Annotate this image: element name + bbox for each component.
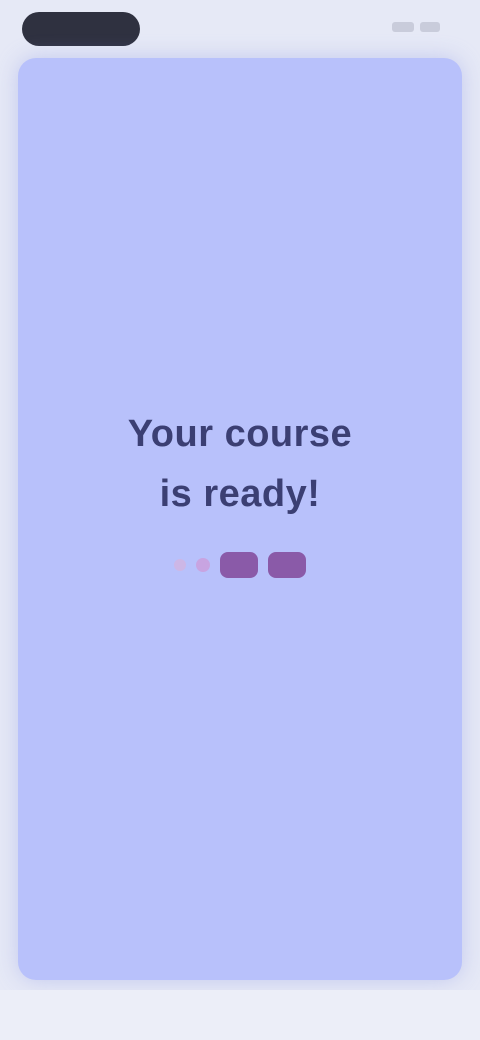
camera-pill [22, 12, 140, 46]
status-bar [0, 0, 480, 58]
loading-dot [196, 558, 210, 572]
course-ready-card: Your course is ready! [18, 58, 462, 980]
phone-screen: Your course is ready! [0, 0, 480, 1040]
course-ready-message: Your course is ready! [18, 404, 462, 578]
loading-dot [174, 559, 186, 571]
status-icons [392, 22, 440, 32]
signal-icon [392, 22, 414, 32]
title-line-2: is ready! [159, 473, 321, 515]
loading-dot [220, 552, 258, 578]
loading-indicator [18, 552, 462, 578]
loading-dot [268, 552, 306, 578]
battery-icon [420, 22, 440, 32]
title-line-1: Your course [127, 413, 353, 455]
home-indicator-area [0, 990, 480, 1040]
